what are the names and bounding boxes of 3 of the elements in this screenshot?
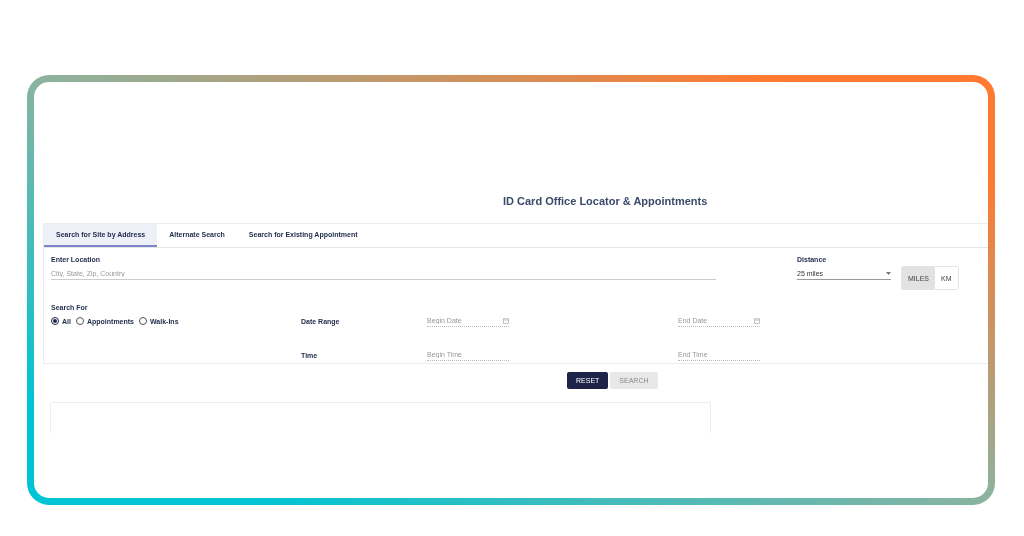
page-title: ID Card Office Locator & Appointments bbox=[503, 195, 708, 207]
radio-icon[interactable] bbox=[51, 317, 59, 325]
caret-icon bbox=[886, 272, 891, 275]
